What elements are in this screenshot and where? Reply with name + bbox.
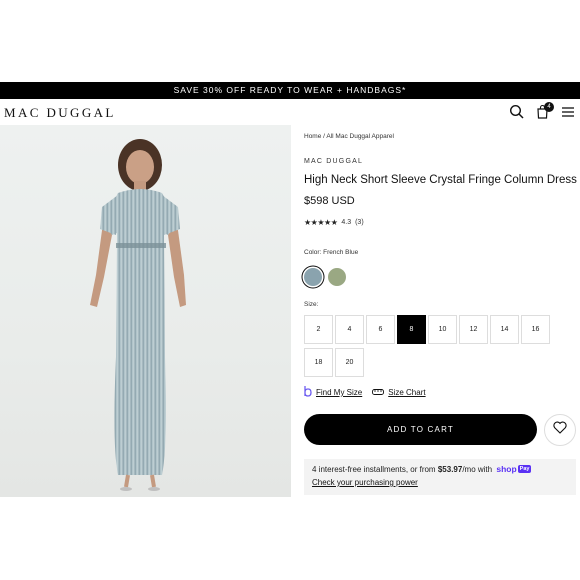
breadcrumb[interactable]: Home / All Mac Duggal Apparel <box>304 133 394 140</box>
rating-count: (3) <box>355 219 364 226</box>
size-18[interactable]: 18 <box>304 348 333 377</box>
promo-banner[interactable]: SAVE 30% OFF READY TO WEAR + HANDBAGS* <box>0 82 580 99</box>
shop-pay-logo: shop Pay <box>496 464 532 474</box>
rating-stars: ★★★★★ <box>304 218 338 227</box>
add-to-cart-button[interactable]: ADD TO CART <box>304 414 537 445</box>
cart-icon[interactable]: 4 <box>535 102 554 120</box>
shop-pay-amount: $53.97 <box>437 465 463 474</box>
search-icon[interactable] <box>509 104 525 120</box>
size-4[interactable]: 4 <box>335 315 364 344</box>
purchasing-power-link[interactable]: Check your purchasing power <box>312 478 568 487</box>
find-my-size-link[interactable]: Find My Size <box>304 386 362 399</box>
size-20[interactable]: 20 <box>335 348 364 377</box>
menu-icon[interactable] <box>561 104 577 120</box>
shop-pay-text: 4 interest-free installments, or from <box>312 465 436 474</box>
color-label: Color: French Blue <box>304 249 359 256</box>
size-12[interactable]: 12 <box>459 315 488 344</box>
wishlist-button[interactable] <box>544 414 576 446</box>
size-10[interactable]: 10 <box>428 315 457 344</box>
size-chart-label: Size Chart <box>388 388 426 397</box>
shop-pay-text-after: /mo with <box>462 465 493 474</box>
find-my-size-icon <box>304 386 312 399</box>
product-price: $598 USD <box>304 195 355 207</box>
size-2[interactable]: 2 <box>304 315 333 344</box>
size-6[interactable]: 6 <box>366 315 395 344</box>
site-header: MAC DUGGAL 4 <box>0 99 580 125</box>
size-chart-link[interactable]: Size Chart <box>372 388 426 398</box>
heart-icon <box>553 421 567 439</box>
brand-logo[interactable]: MAC DUGGAL <box>4 105 116 121</box>
cart-count-badge: 4 <box>544 102 554 112</box>
swatch-french-blue[interactable] <box>304 268 322 286</box>
size-14[interactable]: 14 <box>490 315 519 344</box>
size-16[interactable]: 16 <box>521 315 550 344</box>
product-brand[interactable]: MAC DUGGAL <box>304 158 363 165</box>
find-my-size-label: Find My Size <box>316 388 363 397</box>
ruler-icon <box>372 388 385 398</box>
product-image[interactable] <box>0 125 291 497</box>
rating-value: 4.3 <box>341 219 352 226</box>
shop-pay-banner: 4 interest-free installments, or from $5… <box>304 459 576 495</box>
swatch-sage[interactable] <box>328 268 346 286</box>
product-rating[interactable]: ★★★★★ 4.3 (3) <box>304 218 364 227</box>
size-8[interactable]: 8 <box>397 315 426 344</box>
size-links: Find My Size Size Chart <box>304 386 426 399</box>
product-title: High Neck Short Sleeve Crystal Fringe Co… <box>304 174 577 186</box>
size-label: Size: <box>304 301 319 308</box>
